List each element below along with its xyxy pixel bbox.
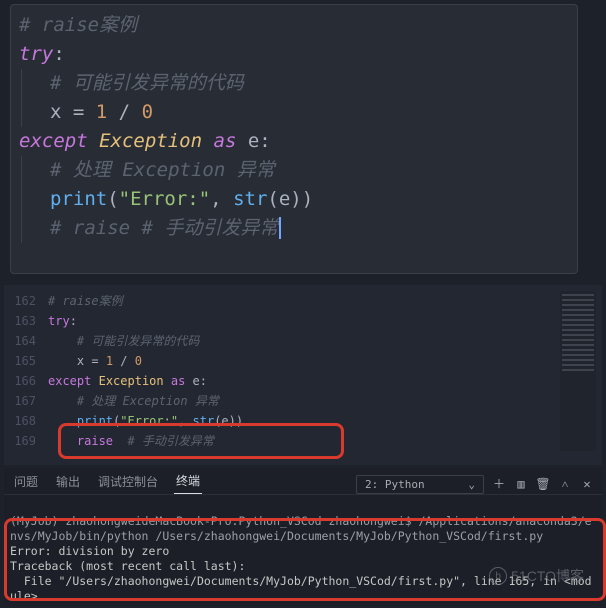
watermark: b 51CTO博客 — [489, 566, 584, 586]
line-number: 168 — [4, 411, 36, 431]
terminal-line: x = 1 / 0 — [10, 604, 100, 606]
code-screenshot-large: # raise案例 try: # 可能引发异常的代码 x = 1 / 0 exc… — [10, 4, 578, 274]
watermark-icon: b — [489, 567, 507, 585]
tab-debug-console[interactable]: 调试控制台 — [96, 471, 160, 494]
close-icon[interactable]: ✕ — [580, 478, 594, 492]
line-number: 166 — [4, 371, 36, 391]
line-number: 162 — [4, 291, 36, 311]
line-number-gutter: 162 163 164 165 166 167 168 169 — [4, 291, 36, 451]
split-terminal-icon[interactable]: ▥ — [514, 478, 528, 492]
code-line: # 处理 Exception 异常 — [21, 156, 569, 185]
new-terminal-icon[interactable]: ＋ — [492, 478, 506, 492]
code-line: # 可能引发异常的代码 — [21, 69, 569, 98]
annotation-box — [4, 518, 606, 601]
line-number: 163 — [4, 311, 36, 331]
minimap[interactable] — [560, 291, 596, 451]
text-cursor — [279, 217, 281, 239]
line-number: 165 — [4, 351, 36, 371]
line-number: 169 — [4, 431, 36, 451]
comment: # raise案例 — [19, 14, 137, 36]
terminal-selector-label: 2: Python — [365, 477, 425, 492]
trash-icon[interactable]: 🗑 — [536, 478, 550, 492]
code-line: try: — [19, 40, 569, 69]
watermark-text: 51CTO博客 — [511, 566, 584, 586]
editor-panel: 162 163 164 165 166 167 168 169 # raise案… — [4, 285, 602, 465]
code-line: except Exception as e: — [19, 127, 569, 156]
terminal-selector[interactable]: 2: Python ⌄ — [356, 475, 484, 494]
code-line: print("Error:", str(e)) — [21, 185, 569, 214]
tab-problems[interactable]: 问题 — [12, 471, 40, 494]
line-number: 164 — [4, 331, 36, 351]
line-number: 167 — [4, 391, 36, 411]
tab-output[interactable]: 输出 — [54, 471, 82, 494]
tab-terminal[interactable]: 终端 — [174, 470, 202, 494]
code-line: # raise案例 — [19, 11, 569, 40]
code-line: # raise # 手动引发异常 — [21, 214, 569, 243]
code-line: x = 1 / 0 — [21, 98, 569, 127]
chevron-up-icon[interactable]: ˄ — [558, 478, 572, 492]
annotation-box — [58, 423, 344, 459]
chevron-down-icon: ⌄ — [468, 477, 475, 492]
terminal-tab-bar: 问题 输出 调试控制台 终端 2: Python ⌄ ＋ ▥ 🗑 ˄ ✕ — [4, 468, 602, 495]
